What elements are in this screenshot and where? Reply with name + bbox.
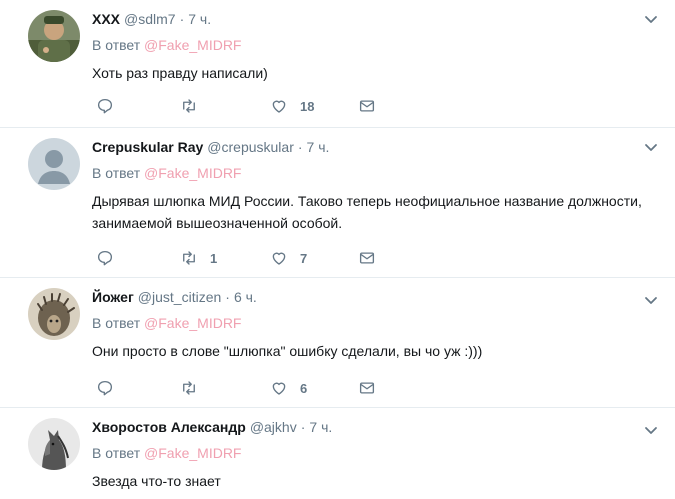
envelope-icon: [359, 382, 375, 394]
like-count: 6: [300, 380, 308, 396]
reply-prefix: В ответ: [92, 37, 141, 53]
retweet-button[interactable]: [180, 96, 210, 116]
reply-prefix: В ответ: [92, 165, 141, 181]
timestamp[interactable]: 7 ч.: [309, 419, 332, 435]
reply-context: В ответ @Fake_MIDRF: [92, 444, 655, 462]
timestamp[interactable]: 6 ч.: [234, 289, 257, 305]
avatar[interactable]: [28, 10, 80, 62]
reply-context: В ответ @Fake_MIDRF: [92, 314, 655, 332]
reply-context: В ответ @Fake_MIDRF: [92, 164, 655, 182]
reply-to-link[interactable]: @Fake_MIDRF: [144, 315, 241, 331]
tweet[interactable]: Йожег @just_citizen · 6 ч. В ответ @Fake_MI…: [0, 278, 675, 408]
tweet-actions: 18: [92, 96, 392, 116]
reply-prefix: В ответ: [92, 445, 141, 461]
tweet[interactable]: Хворостов Александр @ajkhv · 7 ч. В ответ @…: [0, 408, 675, 499]
hedgehog-avatar: [28, 288, 80, 340]
retweet-button[interactable]: [180, 378, 210, 398]
envelope-icon: [359, 100, 375, 112]
retweet-count: 1: [210, 250, 218, 266]
user-name[interactable]: XXX: [92, 11, 120, 27]
timestamp[interactable]: 7 ч.: [307, 139, 330, 155]
tweet[interactable]: XXX @sdlm7 · 7 ч. В ответ @Fake_MIDRF Хоть …: [0, 0, 675, 128]
avatar[interactable]: [28, 418, 80, 470]
like-button[interactable]: 18: [270, 96, 314, 116]
avatar-photo: [28, 10, 80, 62]
reply-to-link[interactable]: @Fake_MIDRF: [144, 445, 241, 461]
tweet-header: Crepuskular Ray @crepuskular · 7 ч.: [92, 138, 655, 156]
user-handle[interactable]: @ajkhv: [250, 419, 297, 435]
tweet-content: Йожег @just_citizen · 6 ч. В ответ @Fake_MI…: [92, 288, 655, 362]
tweet-content: Хворостов Александр @ajkhv · 7 ч. В ответ @…: [92, 418, 655, 492]
user-handle[interactable]: @crepuskular: [207, 139, 294, 155]
retweet-icon: [183, 99, 195, 113]
like-button[interactable]: 6: [270, 378, 307, 398]
default-avatar-icon: [28, 138, 80, 190]
separator-dot: ·: [297, 139, 303, 155]
tweet-actions: 6: [92, 378, 392, 398]
tweet-text: Звезда что-то знает: [92, 473, 221, 489]
user-name[interactable]: Йожег: [92, 289, 134, 305]
separator-dot: ·: [179, 11, 185, 27]
tweet[interactable]: Crepuskular Ray @crepuskular · 7 ч. В ответ…: [0, 128, 675, 278]
tweet-content: XXX @sdlm7 · 7 ч. В ответ @Fake_MIDRF Хоть …: [92, 10, 655, 84]
tweet-actions: 1 7: [92, 248, 392, 268]
reply-icon: [97, 380, 113, 396]
envelope-icon: [359, 252, 375, 264]
reply-to-link[interactable]: @Fake_MIDRF: [144, 37, 241, 53]
avatar[interactable]: [28, 138, 80, 190]
direct-message-button[interactable]: [358, 378, 376, 398]
heart-icon: [272, 382, 286, 395]
like-button[interactable]: 7: [270, 248, 307, 268]
reply-button[interactable]: [96, 96, 114, 116]
reply-icon: [97, 250, 113, 266]
like-count: 18: [300, 98, 315, 114]
user-handle[interactable]: @sdlm7: [124, 11, 176, 27]
timestamp[interactable]: 7 ч.: [188, 11, 211, 27]
avatar[interactable]: [28, 288, 80, 340]
direct-message-button[interactable]: [358, 96, 376, 116]
reply-prefix: В ответ: [92, 315, 141, 331]
tweet-header: XXX @sdlm7 · 7 ч.: [92, 10, 655, 28]
reply-button[interactable]: [96, 378, 114, 398]
tweet-text: Хоть раз правду написали): [92, 65, 268, 81]
tweet-header: Хворостов Александр @ajkhv · 7 ч.: [92, 418, 655, 436]
reply-feed: XXX @sdlm7 · 7 ч. В ответ @Fake_MIDRF Хоть …: [0, 0, 675, 499]
heart-icon: [272, 100, 286, 113]
tweet-text: Они просто в слове "шлюпка" ошибку сдела…: [92, 343, 483, 359]
horse-avatar: [28, 418, 80, 470]
tweet-content: Crepuskular Ray @crepuskular · 7 ч. В ответ…: [92, 138, 655, 234]
retweet-button[interactable]: 1: [180, 248, 217, 268]
retweet-icon: [183, 251, 195, 265]
user-handle[interactable]: @just_citizen: [138, 289, 221, 305]
user-name[interactable]: Crepuskular Ray: [92, 139, 203, 155]
reply-button[interactable]: [96, 248, 114, 268]
separator-dot: ·: [300, 419, 306, 435]
like-count: 7: [300, 250, 308, 266]
heart-icon: [272, 252, 286, 265]
direct-message-button[interactable]: [358, 248, 376, 268]
separator-dot: ·: [225, 289, 230, 305]
reply-context: В ответ @Fake_MIDRF: [92, 36, 655, 54]
reply-to-link[interactable]: @Fake_MIDRF: [144, 165, 241, 181]
user-name[interactable]: Хворостов Александр: [92, 419, 246, 435]
retweet-icon: [183, 381, 195, 395]
tweet-text: Дырявая шлюпка МИД России. Таково теперь…: [92, 193, 642, 231]
tweet-header: Йожег @just_citizen · 6 ч.: [92, 288, 655, 306]
reply-icon: [97, 98, 113, 114]
